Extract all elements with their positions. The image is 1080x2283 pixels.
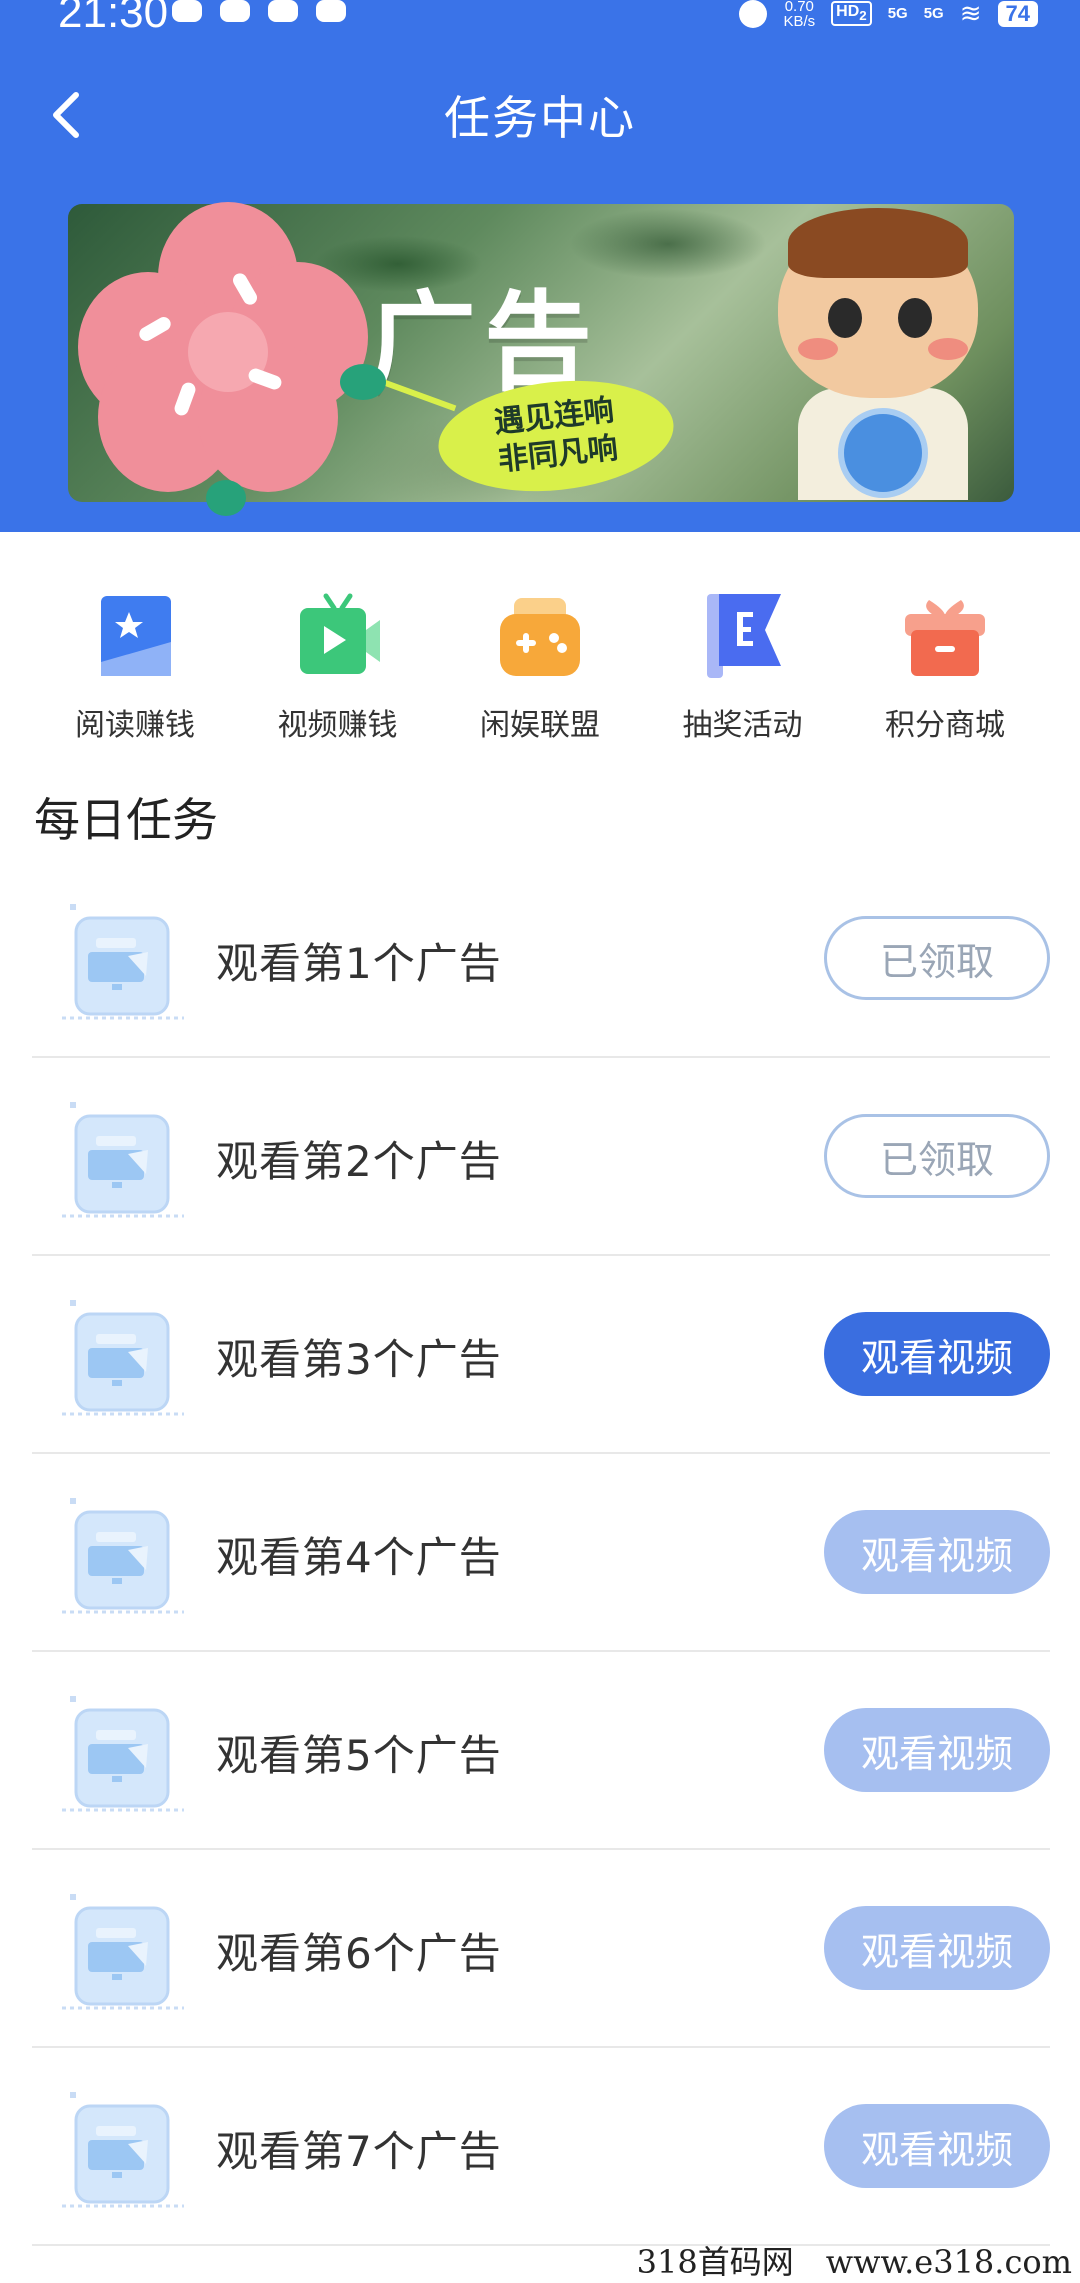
claimed-button[interactable]: 已领取 xyxy=(824,1114,1050,1198)
ad-video-icon xyxy=(58,1696,188,1816)
watch-video-button[interactable]: 观看视频 xyxy=(824,1708,1050,1792)
status-right: 0.70 KB/s HD2 5G 5G ≋ 74 xyxy=(739,0,1038,29)
quick-item-read-earn[interactable]: 阅读赚钱 xyxy=(60,590,210,750)
net-speed: 0.70 KB/s xyxy=(783,0,815,29)
task-name: 观看第2个广告 xyxy=(216,1137,502,1186)
task-row: 观看第5个广告 观看视频 xyxy=(32,1652,1050,1850)
app-badge-icon xyxy=(316,0,346,22)
task-row: 观看第1个广告 已领取 xyxy=(32,860,1050,1058)
status-time: 21:30 xyxy=(58,0,169,37)
task-name: 观看第3个广告 xyxy=(216,1335,502,1384)
book-star-icon xyxy=(89,590,181,682)
task-name: 观看第4个广告 xyxy=(216,1533,502,1582)
quick-item-label: 闲娱联盟 xyxy=(480,708,600,743)
daily-tasks-title: 每日任务 xyxy=(34,793,218,847)
gift-box-icon xyxy=(899,590,991,682)
quick-item-label: 视频赚钱 xyxy=(277,708,398,743)
quick-item-label: 抽奖活动 xyxy=(682,708,803,743)
quick-item-label: 积分商城 xyxy=(885,708,1005,743)
task-row: 观看第3个广告 观看视频 xyxy=(32,1256,1050,1454)
hd-label: HD xyxy=(836,3,860,21)
task-list: 观看第1个广告 已领取 观看第2个广告 已领取 观看第3个广告 观看视频 观看第… xyxy=(32,860,1050,2246)
task-name: 观看第1个广告 xyxy=(216,939,502,988)
hd-sub: 2 xyxy=(859,8,867,24)
quick-item-leisure-alliance[interactable]: 闲娱联盟 xyxy=(465,590,615,750)
watch-video-button[interactable]: 观看视频 xyxy=(824,1312,1050,1396)
watch-video-button[interactable]: 观看视频 xyxy=(824,2104,1050,2188)
task-row: 观看第7个广告 观看视频 xyxy=(32,2048,1050,2246)
bell-icon xyxy=(268,0,298,22)
signal-1-icon: 5G xyxy=(887,5,908,22)
tv-play-icon xyxy=(292,590,384,682)
wifi-icon: ≋ xyxy=(959,0,982,28)
net-speed-unit: KB/s xyxy=(783,12,816,30)
qq-icon xyxy=(172,0,202,22)
quick-item-lottery[interactable]: 抽奖活动 xyxy=(668,590,818,750)
toy-icon xyxy=(838,408,928,498)
status-bar: 21:30 0.70 KB/s HD2 5G 5G ≋ 74 xyxy=(0,0,1080,40)
quick-item-label: 阅读赚钱 xyxy=(75,708,195,743)
flower-sticker xyxy=(78,202,386,516)
watch-video-button[interactable]: 观看视频 xyxy=(824,1510,1050,1594)
alarm-clock-icon xyxy=(739,0,768,28)
hd-badge: HD2 xyxy=(831,1,872,26)
ad-video-icon xyxy=(58,1300,188,1420)
ad-video-icon xyxy=(58,904,188,1024)
quick-item-video-earn[interactable]: 视频赚钱 xyxy=(263,590,413,750)
net-speed-value: 0.70 xyxy=(784,0,814,15)
chat-bubble-icon xyxy=(220,0,250,22)
gamepad-icon xyxy=(494,590,586,682)
ad-video-icon xyxy=(58,1102,188,1222)
battery-indicator: 74 xyxy=(997,0,1038,27)
watch-video-button[interactable]: 观看视频 xyxy=(824,1906,1050,1990)
claimed-button[interactable]: 已领取 xyxy=(824,916,1050,1000)
task-name: 观看第6个广告 xyxy=(216,1929,502,1978)
notification-icons xyxy=(172,0,346,22)
signal-2-icon: 5G xyxy=(923,5,944,22)
quick-menu: 阅读赚钱 视频赚钱 闲娱联盟 抽奖活动 积分商城 xyxy=(60,590,1020,750)
header: 21:30 0.70 KB/s HD2 5G 5G ≋ 74 任务中心 广告 遇… xyxy=(0,0,1080,532)
task-row: 观看第2个广告 已领取 xyxy=(32,1058,1050,1256)
task-center-screen: 21:30 0.70 KB/s HD2 5G 5G ≋ 74 任务中心 广告 遇… xyxy=(0,0,1080,2283)
quick-item-points-mall[interactable]: 积分商城 xyxy=(870,590,1020,750)
page-title: 任务中心 xyxy=(444,91,636,145)
watermark: 318首码网 www.e318.com xyxy=(636,2243,1072,2281)
ad-video-icon xyxy=(58,1498,188,1618)
task-name: 观看第5个广告 xyxy=(216,1731,502,1780)
ad-video-icon xyxy=(58,1894,188,2014)
task-row: 观看第4个广告 观看视频 xyxy=(32,1454,1050,1652)
flag-icon xyxy=(697,590,789,682)
task-name: 观看第7个广告 xyxy=(216,2127,502,2176)
task-row: 观看第6个广告 观看视频 xyxy=(32,1850,1050,2048)
ad-video-icon xyxy=(58,2092,188,2212)
nav-bar: 任务中心 xyxy=(0,70,1080,160)
banner-character xyxy=(758,208,998,500)
